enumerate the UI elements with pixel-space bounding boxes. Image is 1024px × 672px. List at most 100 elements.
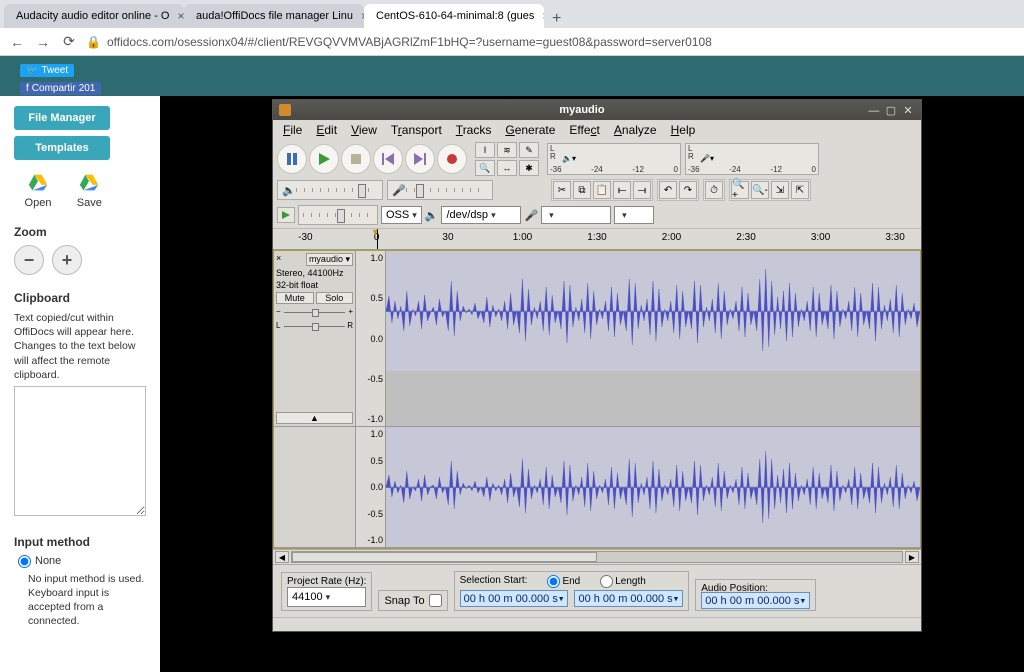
input-none-radio[interactable]: None	[18, 555, 146, 568]
maximize-icon[interactable]: ▢	[884, 104, 898, 117]
remote-desktop[interactable]: myaudio — ▢ ✕ File Edit View Transport T…	[160, 96, 1024, 672]
audio-host-select[interactable]: OSS▾	[381, 206, 422, 224]
selection-tool[interactable]: I	[475, 142, 495, 158]
play-button[interactable]	[309, 144, 339, 174]
open-drive-button[interactable]: Open	[14, 172, 62, 209]
input-device-select[interactable]: ▾	[541, 206, 611, 224]
track-name-dropdown[interactable]: myaudio ▾	[306, 253, 353, 266]
end-radio[interactable]	[547, 575, 560, 588]
gain-slider[interactable]: −+	[276, 308, 353, 318]
speaker-icon: 🔈▾	[562, 154, 576, 163]
selection-start-label: Selection Start:	[460, 575, 528, 588]
record-button[interactable]	[437, 144, 467, 174]
scroll-right-icon[interactable]: ▶	[905, 551, 919, 563]
tab-0[interactable]: Audacity audio editor online - O×	[4, 4, 184, 28]
record-meter[interactable]: LR 🎤▾ -36-24-120	[685, 143, 819, 175]
zoom-out-button[interactable]: −	[14, 245, 44, 275]
track-close-icon[interactable]: ×	[276, 253, 281, 266]
save-drive-button[interactable]: Save	[65, 172, 113, 209]
gdrive-icon	[27, 172, 49, 194]
play-cursor[interactable]	[377, 229, 378, 249]
zoom-in-button[interactable]: 🔍+	[731, 181, 749, 199]
tweet-label: Tweet	[41, 65, 68, 76]
forward-button[interactable]: →	[34, 34, 52, 50]
clipboard-textarea[interactable]	[14, 386, 146, 516]
selection-end-field[interactable]: 00 h 00 m 00.000 s▾	[574, 590, 683, 607]
stop-button[interactable]	[341, 144, 371, 174]
back-button[interactable]: ←	[8, 34, 26, 50]
file-manager-button[interactable]: File Manager	[14, 106, 110, 130]
waveform-channel-right[interactable]	[386, 427, 920, 547]
play-at-speed-button[interactable]	[277, 207, 295, 223]
input-volume-slider[interactable]: 🎤	[387, 180, 493, 200]
zoom-heading: Zoom	[14, 225, 146, 239]
selection-toolbar: Project Rate (Hz): 44100 ▾ Snap To Selec…	[273, 564, 921, 617]
url-field[interactable]: 🔒 offidocs.com/osessionx04/#/client/REVG…	[86, 35, 1016, 49]
tab-2[interactable]: CentOS-610-64-minimal:8 (gues×	[364, 4, 544, 28]
browser-tabbar: Audacity audio editor online - O× auda!O…	[0, 0, 1024, 28]
project-rate-select[interactable]: 44100 ▾	[287, 587, 366, 607]
silence-button[interactable]: ⟞	[633, 181, 651, 199]
trim-button[interactable]: ⟝	[613, 181, 631, 199]
templates-button[interactable]: Templates	[14, 136, 110, 160]
close-icon[interactable]: ✕	[901, 104, 915, 117]
timeshift-tool[interactable]: ↔	[497, 160, 517, 176]
zoom-tool[interactable]: 🔍	[475, 160, 495, 176]
scroll-left-icon[interactable]: ◀	[275, 551, 289, 563]
pause-button[interactable]	[277, 144, 307, 174]
waveform-channel-left[interactable]	[386, 251, 920, 371]
selection-start-field[interactable]: 00 h 00 m 00.000 s▾	[460, 590, 569, 607]
menu-edit[interactable]: Edit	[316, 123, 337, 137]
pan-slider[interactable]: LR	[276, 322, 353, 332]
new-tab-button[interactable]: +	[544, 10, 569, 28]
scrollbar-thumb[interactable]	[292, 552, 597, 562]
tab-1[interactable]: auda!OffiDocs file manager Linu×	[184, 4, 364, 28]
input-none-radio-input[interactable]	[18, 555, 31, 568]
menu-view[interactable]: View	[351, 123, 377, 137]
playback-speed-slider[interactable]	[298, 205, 378, 225]
minimize-icon[interactable]: —	[867, 105, 881, 117]
undo-button[interactable]: ↶	[659, 181, 677, 199]
snap-to-checkbox[interactable]	[429, 594, 442, 607]
mute-button[interactable]: Mute	[276, 292, 314, 304]
reload-button[interactable]: ⟳	[60, 33, 78, 50]
solo-button[interactable]: Solo	[316, 292, 354, 304]
fit-selection-button[interactable]: ⇲	[771, 181, 789, 199]
horizontal-scrollbar[interactable]: ◀ ▶	[273, 549, 921, 564]
menu-effect[interactable]: Effect	[569, 123, 599, 137]
window-titlebar[interactable]: myaudio — ▢ ✕	[273, 100, 921, 120]
sync-lock-button[interactable]: ⏱	[705, 181, 723, 199]
fb-share-button[interactable]: fCompartir 201	[20, 82, 101, 95]
menu-file[interactable]: File	[283, 123, 302, 137]
collapse-button[interactable]: ▲	[276, 412, 353, 424]
skip-end-icon	[414, 153, 426, 165]
menu-generate[interactable]: Generate	[505, 123, 555, 137]
audio-position-field[interactable]: 00 h 00 m 00.000 s▾	[701, 592, 810, 609]
tweet-button[interactable]: 🐦Tweet	[20, 64, 74, 77]
pause-icon	[286, 153, 298, 165]
output-device-select[interactable]: /dev/dsp▾	[441, 206, 521, 224]
redo-button[interactable]: ↷	[679, 181, 697, 199]
zoom-in-button[interactable]: +	[52, 245, 82, 275]
length-radio[interactable]	[600, 575, 613, 588]
menu-transport[interactable]: Transport	[391, 123, 442, 137]
skip-end-button[interactable]	[405, 144, 435, 174]
input-channels-select[interactable]: ▾	[614, 206, 654, 224]
paste-button[interactable]: 📋	[593, 181, 611, 199]
envelope-tool[interactable]: ≋	[497, 142, 517, 158]
multi-tool[interactable]: ✱	[519, 160, 539, 176]
menu-help[interactable]: Help	[671, 123, 696, 137]
draw-tool[interactable]: ✎	[519, 142, 539, 158]
snap-to-label: Snap To	[384, 595, 424, 607]
cut-button[interactable]: ✂	[553, 181, 571, 199]
menu-analyze[interactable]: Analyze	[614, 123, 657, 137]
track-control-panel[interactable]: ×myaudio ▾ Stereo, 44100Hz 32-bit float …	[274, 251, 356, 426]
menu-tracks[interactable]: Tracks	[456, 123, 492, 137]
fit-project-button[interactable]: ⇱	[791, 181, 809, 199]
output-volume-slider[interactable]: 🔈	[277, 180, 383, 200]
timeline-ruler[interactable]: -30 0 30 1:00 1:30 2:00 2:30 3:00 3:30	[273, 228, 921, 250]
skip-start-button[interactable]	[373, 144, 403, 174]
playback-meter[interactable]: LR 🔈▾ -36-24-120	[547, 143, 681, 175]
zoom-out-button[interactable]: 🔍-	[751, 181, 769, 199]
copy-button[interactable]: ⧉	[573, 181, 591, 199]
